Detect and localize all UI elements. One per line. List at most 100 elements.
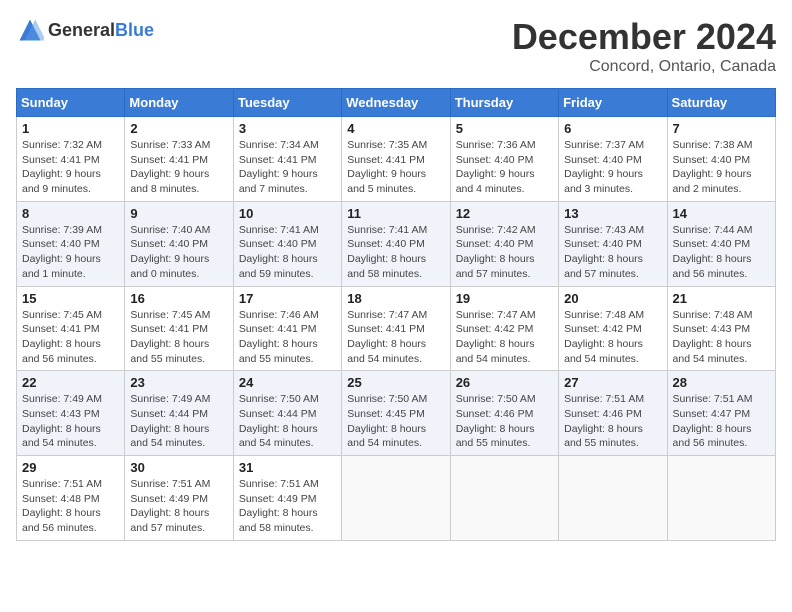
day-info: Sunrise: 7:40 AM Sunset: 4:40 PM Dayligh… xyxy=(130,223,227,282)
day-info: Sunrise: 7:42 AM Sunset: 4:40 PM Dayligh… xyxy=(456,223,553,282)
day-number: 22 xyxy=(22,375,119,390)
calendar-day-cell: 25 Sunrise: 7:50 AM Sunset: 4:45 PM Dayl… xyxy=(342,371,450,456)
day-number: 21 xyxy=(673,291,770,306)
day-number: 18 xyxy=(347,291,444,306)
day-info: Sunrise: 7:46 AM Sunset: 4:41 PM Dayligh… xyxy=(239,308,336,367)
day-of-week-header: Wednesday xyxy=(342,89,450,117)
calendar-week-row: 29 Sunrise: 7:51 AM Sunset: 4:48 PM Dayl… xyxy=(17,456,776,541)
day-number: 7 xyxy=(673,121,770,136)
calendar-day-cell: 3 Sunrise: 7:34 AM Sunset: 4:41 PM Dayli… xyxy=(233,117,341,202)
calendar-day-cell: 5 Sunrise: 7:36 AM Sunset: 4:40 PM Dayli… xyxy=(450,117,558,202)
day-number: 29 xyxy=(22,460,119,475)
day-info: Sunrise: 7:48 AM Sunset: 4:42 PM Dayligh… xyxy=(564,308,661,367)
calendar-day-cell: 7 Sunrise: 7:38 AM Sunset: 4:40 PM Dayli… xyxy=(667,117,775,202)
day-info: Sunrise: 7:41 AM Sunset: 4:40 PM Dayligh… xyxy=(347,223,444,282)
day-info: Sunrise: 7:45 AM Sunset: 4:41 PM Dayligh… xyxy=(130,308,227,367)
calendar-day-cell: 18 Sunrise: 7:47 AM Sunset: 4:41 PM Dayl… xyxy=(342,286,450,371)
logo-blue-text: Blue xyxy=(115,20,154,40)
day-of-week-header: Monday xyxy=(125,89,233,117)
day-info: Sunrise: 7:41 AM Sunset: 4:40 PM Dayligh… xyxy=(239,223,336,282)
day-of-week-header: Thursday xyxy=(450,89,558,117)
day-of-week-header: Friday xyxy=(559,89,667,117)
day-info: Sunrise: 7:45 AM Sunset: 4:41 PM Dayligh… xyxy=(22,308,119,367)
header: GeneralBlue December 2024 Concord, Ontar… xyxy=(16,16,776,76)
logo: GeneralBlue xyxy=(16,16,154,44)
calendar-day-cell: 15 Sunrise: 7:45 AM Sunset: 4:41 PM Dayl… xyxy=(17,286,125,371)
day-info: Sunrise: 7:47 AM Sunset: 4:41 PM Dayligh… xyxy=(347,308,444,367)
day-info: Sunrise: 7:49 AM Sunset: 4:44 PM Dayligh… xyxy=(130,392,227,451)
day-number: 14 xyxy=(673,206,770,221)
calendar-day-cell xyxy=(342,456,450,541)
location-title: Concord, Ontario, Canada xyxy=(512,58,776,76)
day-info: Sunrise: 7:49 AM Sunset: 4:43 PM Dayligh… xyxy=(22,392,119,451)
day-number: 10 xyxy=(239,206,336,221)
day-number: 3 xyxy=(239,121,336,136)
calendar-day-cell: 20 Sunrise: 7:48 AM Sunset: 4:42 PM Dayl… xyxy=(559,286,667,371)
calendar-week-row: 15 Sunrise: 7:45 AM Sunset: 4:41 PM Dayl… xyxy=(17,286,776,371)
calendar-day-cell: 14 Sunrise: 7:44 AM Sunset: 4:40 PM Dayl… xyxy=(667,201,775,286)
calendar-day-cell: 21 Sunrise: 7:48 AM Sunset: 4:43 PM Dayl… xyxy=(667,286,775,371)
calendar-header-row: SundayMondayTuesdayWednesdayThursdayFrid… xyxy=(17,89,776,117)
day-info: Sunrise: 7:50 AM Sunset: 4:44 PM Dayligh… xyxy=(239,392,336,451)
day-number: 23 xyxy=(130,375,227,390)
day-info: Sunrise: 7:47 AM Sunset: 4:42 PM Dayligh… xyxy=(456,308,553,367)
calendar-day-cell: 19 Sunrise: 7:47 AM Sunset: 4:42 PM Dayl… xyxy=(450,286,558,371)
day-of-week-header: Sunday xyxy=(17,89,125,117)
calendar-day-cell xyxy=(559,456,667,541)
calendar-day-cell: 6 Sunrise: 7:37 AM Sunset: 4:40 PM Dayli… xyxy=(559,117,667,202)
calendar-day-cell: 9 Sunrise: 7:40 AM Sunset: 4:40 PM Dayli… xyxy=(125,201,233,286)
day-info: Sunrise: 7:51 AM Sunset: 4:49 PM Dayligh… xyxy=(130,477,227,536)
calendar-day-cell: 29 Sunrise: 7:51 AM Sunset: 4:48 PM Dayl… xyxy=(17,456,125,541)
calendar-day-cell: 30 Sunrise: 7:51 AM Sunset: 4:49 PM Dayl… xyxy=(125,456,233,541)
day-number: 5 xyxy=(456,121,553,136)
day-info: Sunrise: 7:43 AM Sunset: 4:40 PM Dayligh… xyxy=(564,223,661,282)
calendar-day-cell: 4 Sunrise: 7:35 AM Sunset: 4:41 PM Dayli… xyxy=(342,117,450,202)
day-number: 8 xyxy=(22,206,119,221)
calendar-day-cell xyxy=(667,456,775,541)
calendar-day-cell: 13 Sunrise: 7:43 AM Sunset: 4:40 PM Dayl… xyxy=(559,201,667,286)
title-area: December 2024 Concord, Ontario, Canada xyxy=(512,16,776,76)
day-number: 4 xyxy=(347,121,444,136)
calendar-week-row: 8 Sunrise: 7:39 AM Sunset: 4:40 PM Dayli… xyxy=(17,201,776,286)
calendar-day-cell: 2 Sunrise: 7:33 AM Sunset: 4:41 PM Dayli… xyxy=(125,117,233,202)
day-number: 24 xyxy=(239,375,336,390)
day-info: Sunrise: 7:35 AM Sunset: 4:41 PM Dayligh… xyxy=(347,138,444,197)
day-info: Sunrise: 7:38 AM Sunset: 4:40 PM Dayligh… xyxy=(673,138,770,197)
day-info: Sunrise: 7:32 AM Sunset: 4:41 PM Dayligh… xyxy=(22,138,119,197)
day-info: Sunrise: 7:44 AM Sunset: 4:40 PM Dayligh… xyxy=(673,223,770,282)
calendar-day-cell: 16 Sunrise: 7:45 AM Sunset: 4:41 PM Dayl… xyxy=(125,286,233,371)
day-number: 2 xyxy=(130,121,227,136)
day-info: Sunrise: 7:51 AM Sunset: 4:49 PM Dayligh… xyxy=(239,477,336,536)
calendar-day-cell xyxy=(450,456,558,541)
calendar-day-cell: 26 Sunrise: 7:50 AM Sunset: 4:46 PM Dayl… xyxy=(450,371,558,456)
day-of-week-header: Tuesday xyxy=(233,89,341,117)
day-number: 20 xyxy=(564,291,661,306)
day-info: Sunrise: 7:51 AM Sunset: 4:47 PM Dayligh… xyxy=(673,392,770,451)
calendar-day-cell: 27 Sunrise: 7:51 AM Sunset: 4:46 PM Dayl… xyxy=(559,371,667,456)
day-info: Sunrise: 7:51 AM Sunset: 4:48 PM Dayligh… xyxy=(22,477,119,536)
day-info: Sunrise: 7:34 AM Sunset: 4:41 PM Dayligh… xyxy=(239,138,336,197)
day-number: 16 xyxy=(130,291,227,306)
day-info: Sunrise: 7:50 AM Sunset: 4:45 PM Dayligh… xyxy=(347,392,444,451)
logo-general-text: General xyxy=(48,20,115,40)
calendar-day-cell: 17 Sunrise: 7:46 AM Sunset: 4:41 PM Dayl… xyxy=(233,286,341,371)
day-of-week-header: Saturday xyxy=(667,89,775,117)
calendar-day-cell: 24 Sunrise: 7:50 AM Sunset: 4:44 PM Dayl… xyxy=(233,371,341,456)
day-info: Sunrise: 7:39 AM Sunset: 4:40 PM Dayligh… xyxy=(22,223,119,282)
day-number: 15 xyxy=(22,291,119,306)
day-number: 31 xyxy=(239,460,336,475)
day-number: 6 xyxy=(564,121,661,136)
day-info: Sunrise: 7:36 AM Sunset: 4:40 PM Dayligh… xyxy=(456,138,553,197)
day-number: 30 xyxy=(130,460,227,475)
calendar-day-cell: 23 Sunrise: 7:49 AM Sunset: 4:44 PM Dayl… xyxy=(125,371,233,456)
calendar-day-cell: 8 Sunrise: 7:39 AM Sunset: 4:40 PM Dayli… xyxy=(17,201,125,286)
day-info: Sunrise: 7:50 AM Sunset: 4:46 PM Dayligh… xyxy=(456,392,553,451)
day-number: 25 xyxy=(347,375,444,390)
day-number: 1 xyxy=(22,121,119,136)
calendar-day-cell: 28 Sunrise: 7:51 AM Sunset: 4:47 PM Dayl… xyxy=(667,371,775,456)
calendar-day-cell: 1 Sunrise: 7:32 AM Sunset: 4:41 PM Dayli… xyxy=(17,117,125,202)
day-info: Sunrise: 7:48 AM Sunset: 4:43 PM Dayligh… xyxy=(673,308,770,367)
day-number: 9 xyxy=(130,206,227,221)
day-number: 11 xyxy=(347,206,444,221)
day-number: 12 xyxy=(456,206,553,221)
